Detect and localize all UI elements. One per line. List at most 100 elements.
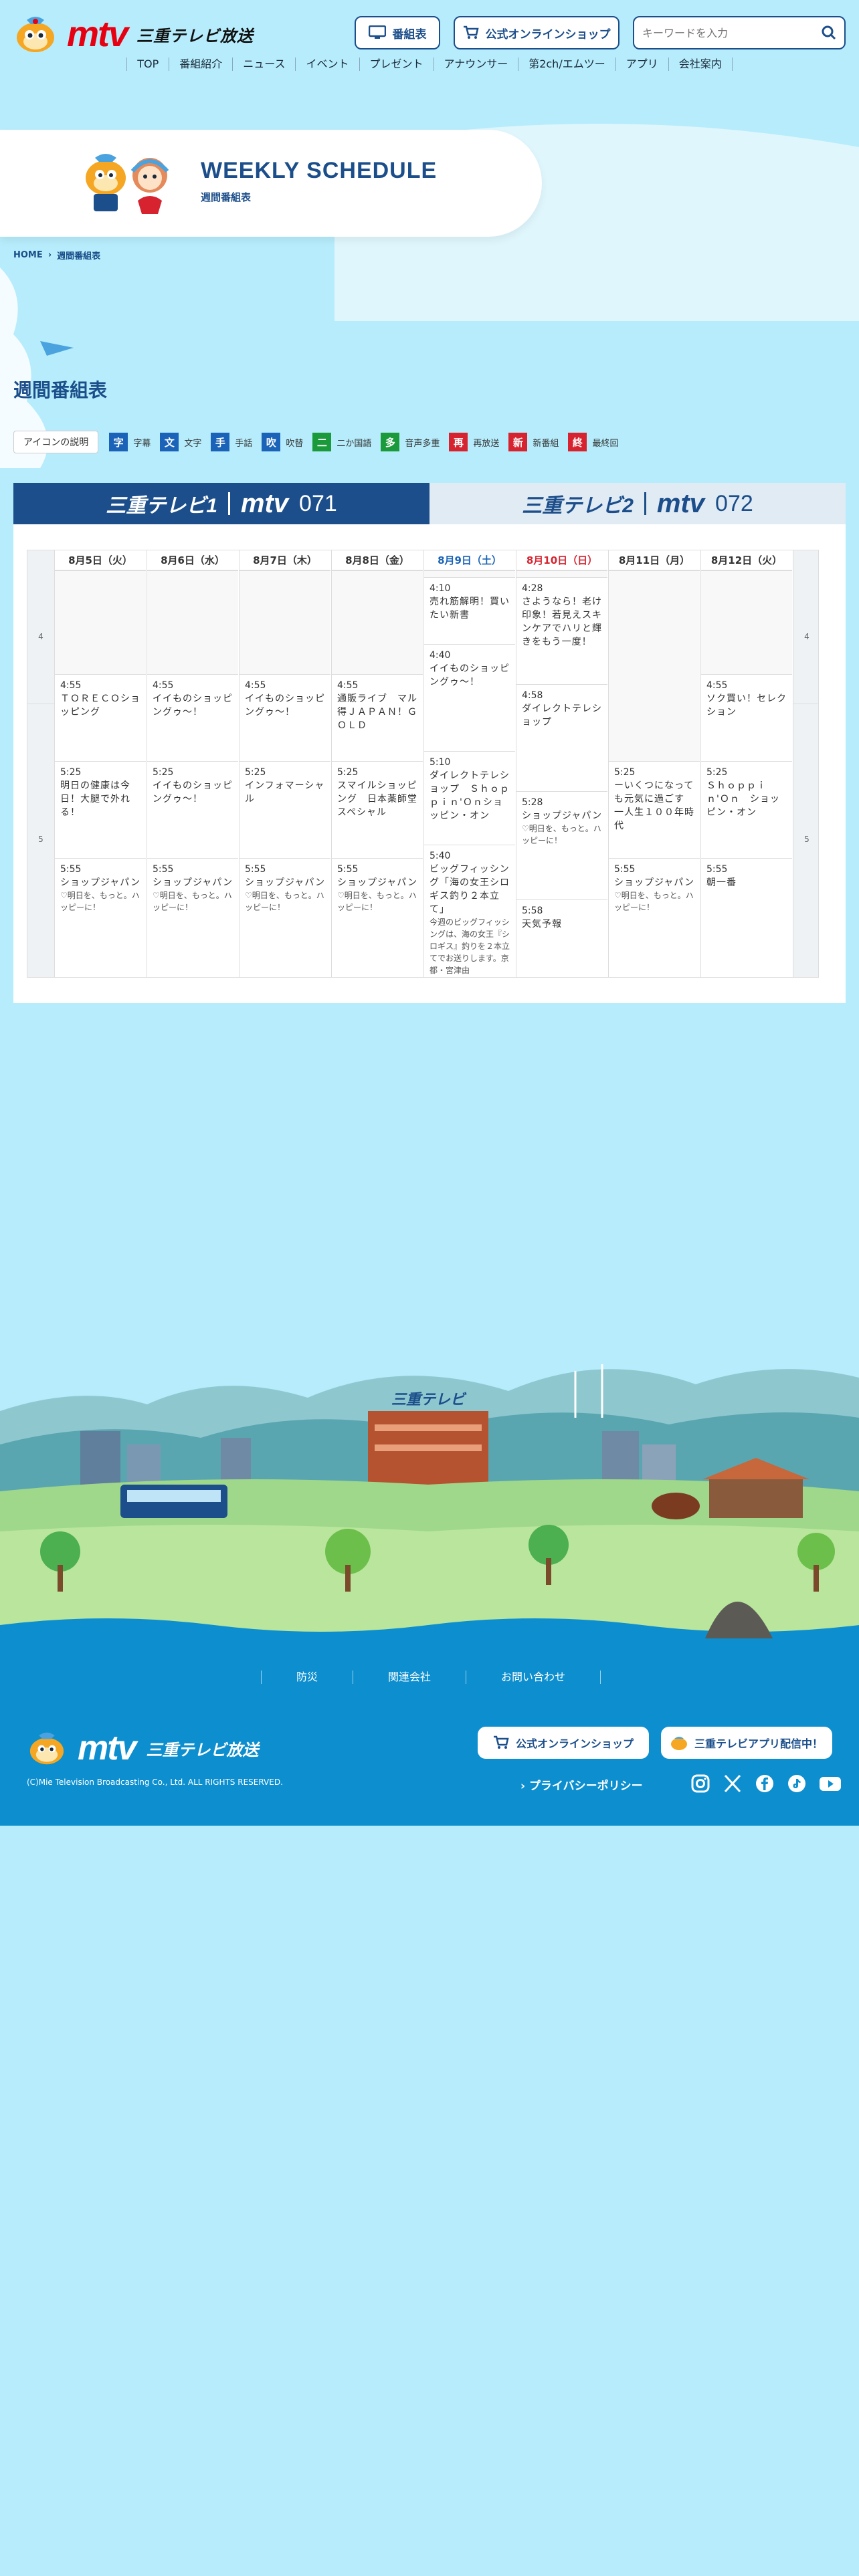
program-cell[interactable]: 4:28 さようなら！老け印象！若見えスキンケアでハリと輝きをもう一度！ <box>516 577 607 684</box>
day-header: 8月10日（日） <box>516 550 607 570</box>
empty-slot <box>55 570 146 674</box>
footer-link-affiliates[interactable]: 関連会社 <box>353 1671 466 1684</box>
nav-programs[interactable]: 番組紹介 <box>169 58 232 71</box>
site-logo[interactable]: mtv 三重テレビ放送 <box>13 13 254 55</box>
hour-cell: 4 <box>27 570 54 704</box>
nav-company[interactable]: 会社案内 <box>668 58 733 71</box>
program-time: 5:25 <box>60 767 82 778</box>
program-cell[interactable]: 4:55 イイものショッピングゥ～！ <box>147 674 238 761</box>
online-shop-label: 公式オンラインショップ <box>485 27 611 41</box>
instagram-icon[interactable] <box>690 1774 710 1794</box>
hour-cell: 5 <box>793 704 818 977</box>
program-cell[interactable]: 5:55 ショップジャパン ♡明日を、もっと。ハッピーに！ <box>332 858 423 977</box>
nav-2ch[interactable]: 第2ch/エムツー <box>518 58 615 71</box>
channel-1-number: 071 <box>299 490 337 516</box>
legend-label: 吹替 <box>286 438 304 449</box>
program-desc: ♡明日を、もっと。ハッピーに！ <box>245 891 324 912</box>
program-time: 5:55 <box>60 864 82 875</box>
facebook-icon[interactable] <box>755 1774 775 1794</box>
program-cell[interactable]: 4:55 ＴＯＲＥＣＯショッピング <box>55 674 146 761</box>
program-title: ダイレクトテレショップ Ｓｈｏｐｐｉｎ'Ｏｎショッピン・オン <box>430 770 510 821</box>
day-header: 8月9日（土） <box>424 550 515 570</box>
nav-events[interactable]: イベント <box>295 58 359 71</box>
x-icon[interactable] <box>723 1774 743 1794</box>
program-cell[interactable]: 5:55 ショップジャパン ♡明日を、もっと。ハッピーに！ <box>240 858 330 977</box>
day-header: 8月5日（火） <box>55 550 146 570</box>
tab-channel-1[interactable]: 三重テレビ1 mtv 071 <box>13 483 430 524</box>
program-cell[interactable]: 4:55 通販ライブ マル得ＪＡＰＡＮ！ＧＯＬＤ <box>332 674 423 761</box>
privacy-policy-link[interactable]: › プライバシーポリシー <box>520 1776 643 1793</box>
nav-present[interactable]: プレゼント <box>359 58 434 71</box>
nav-news[interactable]: ニュース <box>232 58 295 71</box>
footer-link-contact[interactable]: お問い合わせ <box>466 1671 601 1684</box>
program-cell[interactable]: 5:25 インフォマーシャル <box>240 761 330 858</box>
program-cell[interactable]: 4:40 イイものショッピングゥ～！ <box>424 644 515 751</box>
app-download-button[interactable]: 三重テレビアプリ配信中！ <box>661 1727 832 1759</box>
footer-shop-button[interactable]: 公式オンラインショップ <box>478 1727 649 1759</box>
day-column: 8月7日（木） 4:55 イイものショッピングゥ～！ 5:25 インフォマーシャル 5:5… <box>239 550 330 977</box>
text-icon: 文 <box>160 433 179 451</box>
hour-label: 4 <box>38 632 43 641</box>
legend-button[interactable]: アイコンの説明 <box>13 431 99 453</box>
program-cell[interactable]: 5:25 ーいくつになっても元気に過ごす一人生１００年時代 <box>609 761 700 858</box>
program-cell[interactable]: 5:28 ショップジャパン ♡明日を、もっと。ハッピーに！ <box>516 791 607 899</box>
program-cell[interactable]: 5:25 スマイルショッピング 日本薬師堂スペシャル <box>332 761 423 858</box>
nav-announcer[interactable]: アナウンサー <box>433 58 518 71</box>
nav-app[interactable]: アプリ <box>615 58 668 71</box>
program-title: ビッグフィッシング「海の女王シロギス釣り２本立て」 <box>430 864 510 915</box>
program-title: ーいくつになっても元気に過ごす一人生１００年時代 <box>614 780 694 831</box>
program-cell[interactable]: 5:40 ビッグフィッシング「海の女王シロギス釣り２本立て」 今週のビッグフィッシン… <box>424 845 515 977</box>
tab-channel-2[interactable]: 三重テレビ2 mtv 072 <box>430 483 846 524</box>
legend-label: 音声多重 <box>405 438 440 449</box>
program-cell[interactable]: 5:10 ダイレクトテレショップ Ｓｈｏｐｐｉｎ'Ｏｎショッピン・オン <box>424 751 515 845</box>
hour-column-right: 4 5 <box>793 550 818 977</box>
day-header: 8月8日（金） <box>332 550 423 570</box>
program-cell[interactable]: 4:55 イイものショッピングゥ～！ <box>240 674 330 761</box>
program-cell[interactable]: 5:25 Ｓｈｏｐｐｉｎ'Ｏｎ ショッピン・オン <box>701 761 792 858</box>
program-time: 5:58 <box>522 905 543 916</box>
hero-title: WEEKLY SCHEDULE <box>201 158 438 183</box>
tiktok-icon[interactable] <box>787 1774 807 1794</box>
hour-cell: 4 <box>793 570 818 704</box>
program-title: ショップジャパン <box>337 877 417 888</box>
footer-link-disaster[interactable]: 防災 <box>261 1671 353 1684</box>
mascot-icon <box>29 1732 64 1765</box>
program-cell[interactable]: 5:25 イイものショッピングゥ～！ <box>147 761 238 858</box>
program-title: スマイルショッピング 日本薬師堂スペシャル <box>337 780 417 818</box>
footer-logo[interactable]: mtv 三重テレビ放送 <box>27 1728 258 1768</box>
dubbed-icon: 吹 <box>262 433 281 451</box>
program-cell[interactable]: 4:10 売れ筋解明！買いたい新書 <box>424 577 515 644</box>
cart-icon <box>463 25 479 39</box>
program-desc: ♡明日を、もっと。ハッピーに！ <box>60 891 140 912</box>
day-header: 8月7日（木） <box>240 550 330 570</box>
online-shop-button[interactable]: 公式オンラインショップ <box>454 16 619 49</box>
nav-top[interactable]: TOP <box>126 58 169 71</box>
program-time: 5:55 <box>706 864 728 875</box>
program-cell[interactable]: 5:55 ショップジャパン ♡明日を、もっと。ハッピーに！ <box>55 858 146 977</box>
program-cell[interactable]: 5:25 明日の健康は今日！大腿で外れる！ <box>55 761 146 858</box>
program-cell[interactable]: 5:55 朝一番 <box>701 858 792 977</box>
footer-brand-text: mtv <box>78 1729 136 1767</box>
program-cell[interactable]: 5:55 ショップジャパン ♡明日を、もっと。ハッピーに！ <box>609 858 700 977</box>
search-input[interactable] <box>642 24 809 41</box>
youtube-icon[interactable] <box>819 1774 841 1794</box>
program-cell[interactable]: 5:55 ショップジャパン ♡明日を、もっと。ハッピーに！ <box>147 858 238 977</box>
program-time: 5:55 <box>614 864 636 875</box>
program-cell[interactable]: 4:55 ソク買い！セレクション <box>701 674 792 761</box>
multiplex-icon: 多 <box>381 433 400 451</box>
cart-icon <box>493 1735 509 1749</box>
divider <box>644 492 646 515</box>
program-cell[interactable]: 4:58 ダイレクトテレショップ <box>516 684 607 791</box>
channel-1-logo: mtv <box>240 488 289 518</box>
breadcrumb-home[interactable]: HOME <box>13 250 43 260</box>
program-desc: ♡明日を、もっと。ハッピーに！ <box>614 891 694 912</box>
program-guide-button[interactable]: 番組表 <box>355 16 440 49</box>
day-column: 8月9日（土） 4:10 売れ筋解明！買いたい新書 4:40 イイものショッピングゥ～！… <box>423 550 515 977</box>
program-time: 5:55 <box>153 864 174 875</box>
program-cell[interactable]: 5:58 天気予報 <box>516 899 607 977</box>
program-time: 4:40 <box>430 650 451 661</box>
search-icon[interactable] <box>822 25 836 40</box>
program-time: 4:55 <box>337 680 359 691</box>
site-header: mtv 三重テレビ放送 番組表 公式オンラインショップ TOP 番組紹介 ニュー… <box>0 0 859 80</box>
legend-label: 最終回 <box>592 438 619 449</box>
